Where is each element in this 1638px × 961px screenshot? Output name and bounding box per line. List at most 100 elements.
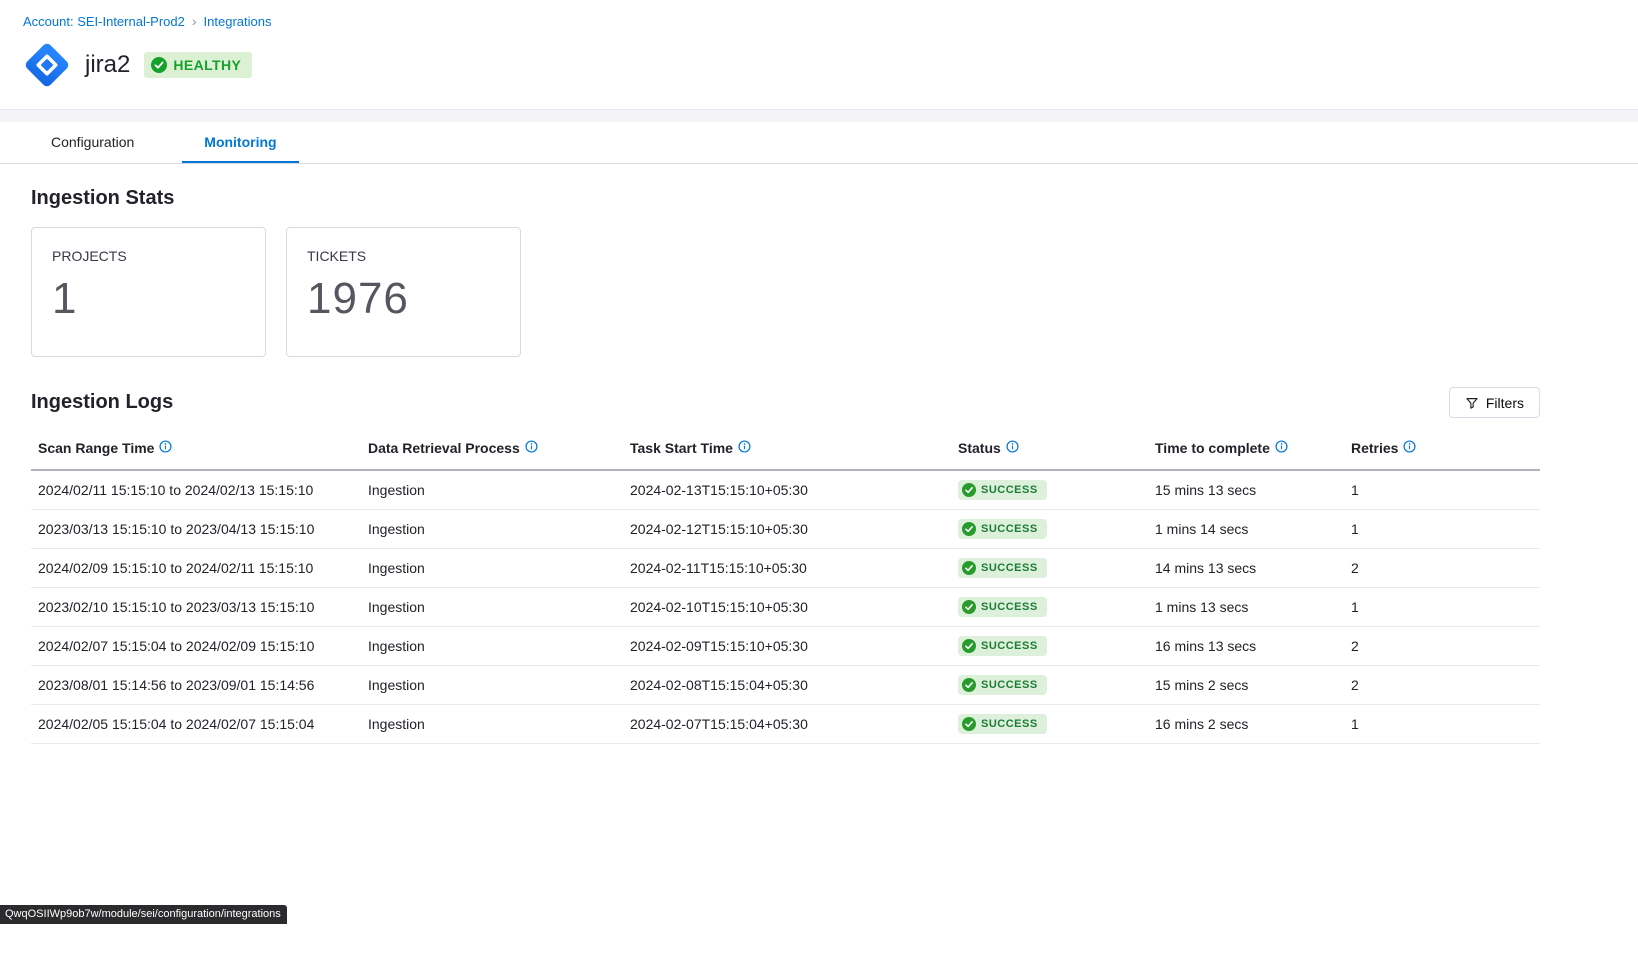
task-start-cell: 2024-02-07T15:15:04+05:30	[623, 705, 951, 744]
column-retries: Retries	[1344, 434, 1540, 470]
status-badge-label: SUCCESS	[981, 484, 1038, 496]
check-circle-icon	[962, 522, 976, 536]
status-cell: SUCCESS	[951, 666, 1148, 705]
ingestion-logs-header: Ingestion Logs Filters	[31, 387, 1540, 418]
check-circle-icon	[962, 600, 976, 614]
logs-table-body: 2024/02/11 15:15:10 to 2024/02/13 15:15:…	[31, 470, 1540, 744]
status-badge-label: SUCCESS	[981, 640, 1038, 652]
breadcrumb-chevron-icon: ›	[192, 14, 197, 28]
process-cell: Ingestion	[361, 666, 623, 705]
check-circle-icon	[962, 678, 976, 692]
projects-stat-label: PROJECTS	[52, 248, 245, 264]
process-cell: Ingestion	[361, 549, 623, 588]
info-icon[interactable]	[525, 440, 538, 456]
retries-cell: 2	[1344, 627, 1540, 666]
task-start-cell: 2024-02-09T15:15:10+05:30	[623, 627, 951, 666]
projects-stat-card: PROJECTS 1	[31, 227, 266, 357]
status-badge: SUCCESS	[958, 636, 1047, 656]
tab-configuration[interactable]: Configuration	[29, 122, 156, 163]
page-header: Account: SEI-Internal-Prod2 › Integratio…	[0, 0, 1638, 109]
time-to-complete-cell: 15 mins 13 secs	[1148, 470, 1344, 510]
process-cell: Ingestion	[361, 588, 623, 627]
log-row: 2023/08/01 15:14:56 to 2023/09/01 15:14:…	[31, 666, 1540, 705]
log-row: 2023/02/10 15:15:10 to 2023/03/13 15:15:…	[31, 588, 1540, 627]
retries-cell: 1	[1344, 705, 1540, 744]
scan-range-cell: 2023/02/10 15:15:10 to 2023/03/13 15:15:…	[31, 588, 361, 627]
task-start-cell: 2024-02-11T15:15:10+05:30	[623, 549, 951, 588]
scan-range-cell: 2023/08/01 15:14:56 to 2023/09/01 15:14:…	[31, 666, 361, 705]
column-task-start-time: Task Start Time	[623, 434, 951, 470]
check-circle-icon	[962, 717, 976, 731]
status-cell: SUCCESS	[951, 470, 1148, 510]
check-circle-icon	[151, 57, 167, 73]
filters-button[interactable]: Filters	[1449, 387, 1540, 418]
time-to-complete-cell: 16 mins 13 secs	[1148, 627, 1344, 666]
task-start-cell: 2024-02-12T15:15:10+05:30	[623, 510, 951, 549]
scan-range-cell: 2024/02/09 15:15:10 to 2024/02/11 15:15:…	[31, 549, 361, 588]
info-icon[interactable]	[159, 440, 172, 456]
process-cell: Ingestion	[361, 705, 623, 744]
ingestion-logs-heading: Ingestion Logs	[31, 391, 173, 414]
scan-range-cell: 2024/02/11 15:15:10 to 2024/02/13 15:15:…	[31, 470, 361, 510]
column-scan-range-time: Scan Range Time	[31, 434, 361, 470]
column-data-retrieval-process: Data Retrieval Process	[361, 434, 623, 470]
status-badge: SUCCESS	[958, 714, 1047, 734]
status-bar-url: QwqOSIIWp9ob7w/module/sei/configuration/…	[0, 905, 287, 924]
time-to-complete-cell: 16 mins 2 secs	[1148, 705, 1344, 744]
check-circle-icon	[962, 639, 976, 653]
tab-monitoring[interactable]: Monitoring	[182, 122, 298, 163]
check-circle-icon	[962, 561, 976, 575]
filter-funnel-icon	[1465, 396, 1479, 410]
tickets-stat-card: TICKETS 1976	[286, 227, 521, 357]
status-badge-label: SUCCESS	[981, 523, 1038, 535]
task-start-cell: 2024-02-13T15:15:10+05:30	[623, 470, 951, 510]
status-cell: SUCCESS	[951, 549, 1148, 588]
time-to-complete-cell: 14 mins 13 secs	[1148, 549, 1344, 588]
integration-title-row: jira2 HEALTHY	[23, 41, 1638, 89]
status-badge-label: SUCCESS	[981, 679, 1038, 691]
header-divider	[0, 109, 1638, 122]
status-badge: SUCCESS	[958, 519, 1047, 539]
health-status-badge: HEALTHY	[144, 52, 252, 78]
status-badge: SUCCESS	[958, 675, 1047, 695]
check-circle-icon	[962, 483, 976, 497]
log-row: 2024/02/05 15:15:04 to 2024/02/07 15:15:…	[31, 705, 1540, 744]
status-cell: SUCCESS	[951, 588, 1148, 627]
ingestion-stats-cards: PROJECTS 1 TICKETS 1976	[31, 227, 1540, 357]
status-badge: SUCCESS	[958, 558, 1047, 578]
tickets-stat-label: TICKETS	[307, 248, 500, 264]
log-row: 2024/02/11 15:15:10 to 2024/02/13 15:15:…	[31, 470, 1540, 510]
info-icon[interactable]	[1275, 440, 1288, 456]
process-cell: Ingestion	[361, 627, 623, 666]
info-icon[interactable]	[738, 440, 751, 456]
jira-logo-icon	[23, 41, 71, 89]
retries-cell: 1	[1344, 588, 1540, 627]
log-row: 2024/02/07 15:15:04 to 2024/02/09 15:15:…	[31, 627, 1540, 666]
retries-cell: 1	[1344, 510, 1540, 549]
status-badge: SUCCESS	[958, 480, 1047, 500]
scan-range-cell: 2023/03/13 15:15:10 to 2023/04/13 15:15:…	[31, 510, 361, 549]
integration-title: jira2	[85, 51, 130, 79]
ingestion-logs-table: Scan Range Time Data Retrieval Process T…	[31, 434, 1540, 744]
log-row: 2023/03/13 15:15:10 to 2023/04/13 15:15:…	[31, 510, 1540, 549]
scan-range-cell: 2024/02/05 15:15:04 to 2024/02/07 15:15:…	[31, 705, 361, 744]
ingestion-stats-heading: Ingestion Stats	[31, 187, 1540, 210]
tab-bar: Configuration Monitoring	[0, 122, 1638, 164]
scan-range-cell: 2024/02/07 15:15:04 to 2024/02/09 15:15:…	[31, 627, 361, 666]
breadcrumb-integrations-link[interactable]: Integrations	[204, 14, 272, 29]
retries-cell: 2	[1344, 549, 1540, 588]
projects-stat-value: 1	[52, 274, 245, 324]
status-badge: SUCCESS	[958, 597, 1047, 617]
column-time-to-complete: Time to complete	[1148, 434, 1344, 470]
status-badge-label: SUCCESS	[981, 562, 1038, 574]
column-status: Status	[951, 434, 1148, 470]
time-to-complete-cell: 1 mins 13 secs	[1148, 588, 1344, 627]
process-cell: Ingestion	[361, 470, 623, 510]
info-icon[interactable]	[1006, 440, 1019, 456]
info-icon[interactable]	[1403, 440, 1416, 456]
log-row: 2024/02/09 15:15:10 to 2024/02/11 15:15:…	[31, 549, 1540, 588]
breadcrumb-account-link[interactable]: Account: SEI-Internal-Prod2	[23, 14, 185, 29]
task-start-cell: 2024-02-08T15:15:04+05:30	[623, 666, 951, 705]
logs-table-header-row: Scan Range Time Data Retrieval Process T…	[31, 434, 1540, 470]
filters-button-label: Filters	[1486, 395, 1524, 411]
